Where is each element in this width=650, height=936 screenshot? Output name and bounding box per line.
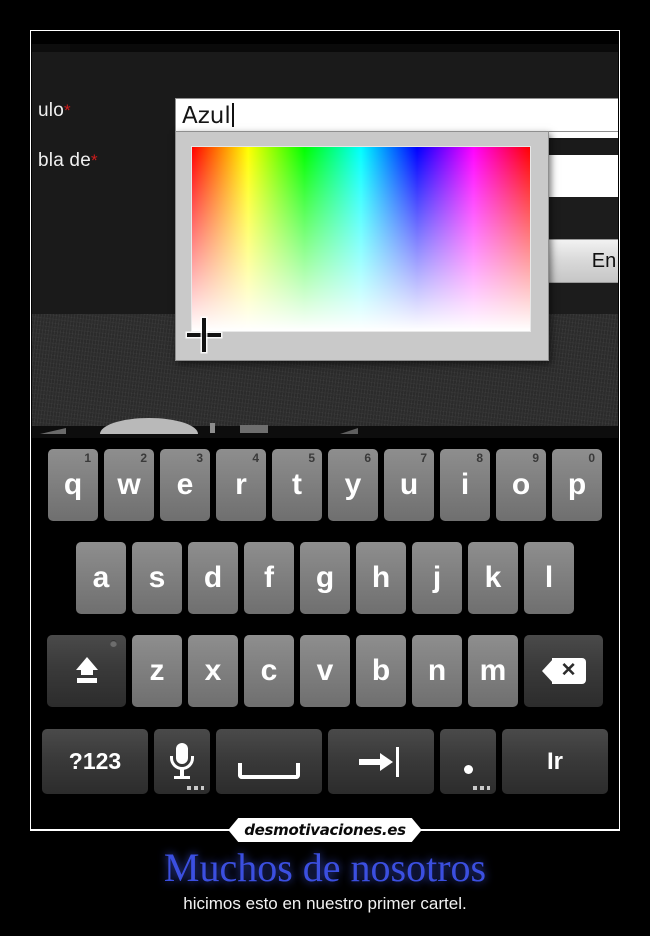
poster-subtitle: hicimos esto en nuestro primer cartel. xyxy=(183,894,467,913)
key-o-num: 9 xyxy=(532,451,539,465)
required-asterisk: * xyxy=(63,101,71,120)
text-caret xyxy=(231,103,234,127)
key-r[interactable]: 4r xyxy=(216,449,266,521)
microphone-key[interactable] xyxy=(154,729,210,794)
form-label-titulo: ulo* xyxy=(38,100,71,121)
tab-icon xyxy=(357,746,405,777)
shift-key[interactable] xyxy=(47,635,126,707)
key-n[interactable]: n xyxy=(412,635,462,707)
key-x[interactable]: x xyxy=(188,635,238,707)
microphone-icon xyxy=(169,742,195,781)
space-key[interactable] xyxy=(216,729,322,794)
key-f[interactable]: f xyxy=(244,542,294,614)
more-options-dots-icon xyxy=(187,786,204,790)
key-u-num: 7 xyxy=(420,451,427,465)
key-d[interactable]: d xyxy=(188,542,238,614)
key-p[interactable]: 0p xyxy=(552,449,602,521)
key-c[interactable]: c xyxy=(244,635,294,707)
key-m[interactable]: m xyxy=(468,635,518,707)
space-icon xyxy=(238,762,300,779)
key-e-num: 3 xyxy=(196,451,203,465)
key-r-num: 4 xyxy=(252,451,259,465)
key-a[interactable]: a xyxy=(76,542,126,614)
status-bar xyxy=(32,32,618,44)
key-i[interactable]: 8i xyxy=(440,449,490,521)
key-g[interactable]: g xyxy=(300,542,350,614)
period-icon xyxy=(463,765,473,774)
watermark-label: desmotivaciones.es xyxy=(228,818,422,842)
key-o[interactable]: 9o xyxy=(496,449,546,521)
color-name-input-text: Azul xyxy=(182,103,234,129)
key-p-num: 0 xyxy=(588,451,595,465)
required-asterisk: * xyxy=(90,151,98,170)
keyboard-row-4: ?123 Ir xyxy=(32,729,618,794)
key-q[interactable]: 1q xyxy=(48,449,98,521)
screenshot-frame: ulo* bla de* En Azul 1 q 2 w 3 e 4 r 5 t… xyxy=(30,30,620,830)
key-s[interactable]: s xyxy=(132,542,182,614)
key-w-num: 2 xyxy=(140,451,147,465)
key-w[interactable]: 2w xyxy=(104,449,154,521)
more-symbols-dots-icon xyxy=(473,786,490,790)
title-bar-notch xyxy=(32,44,70,52)
demotivational-poster: ulo* bla de* En Azul 1 q 2 w 3 e 4 r 5 t… xyxy=(0,0,650,936)
key-u[interactable]: 7u xyxy=(384,449,434,521)
tab-key[interactable] xyxy=(328,729,434,794)
key-y-num: 6 xyxy=(364,451,371,465)
keyboard-row-2: a s d f g h j k l xyxy=(32,542,618,614)
form-label-habla-de: bla de* xyxy=(38,150,98,171)
key-z[interactable]: z xyxy=(132,635,182,707)
partial-handle[interactable] xyxy=(100,418,198,434)
submit-button[interactable]: En xyxy=(544,239,618,283)
symbols-key[interactable]: ?123 xyxy=(42,729,148,794)
key-k[interactable]: k xyxy=(468,542,518,614)
period-key[interactable] xyxy=(440,729,496,794)
partial-tick-mid xyxy=(210,423,215,433)
key-e[interactable]: 3e xyxy=(160,449,210,521)
key-v[interactable]: v xyxy=(300,635,350,707)
submit-button-label: En xyxy=(591,249,617,272)
color-name-input[interactable]: Azul xyxy=(175,98,618,132)
form-bottom-row xyxy=(544,283,618,314)
android-app-area: ulo* bla de* En Azul xyxy=(32,32,618,438)
form-spacer-row xyxy=(544,197,618,239)
poster-title: Muchos de nosotros xyxy=(163,845,487,890)
backspace-key[interactable]: ✕ xyxy=(524,635,603,707)
color-gradient-field[interactable] xyxy=(191,146,531,332)
watermark-banner: desmotivaciones.es xyxy=(0,818,650,842)
saturation-gradient-layer xyxy=(192,147,530,331)
go-key[interactable]: Ir xyxy=(502,729,608,794)
key-y[interactable]: 6y xyxy=(328,449,378,521)
key-b[interactable]: b xyxy=(356,635,406,707)
key-l[interactable]: l xyxy=(524,542,574,614)
key-t-num: 5 xyxy=(308,451,315,465)
partial-tick-mid2 xyxy=(240,425,268,433)
keyboard-row-1: 1q 2w 3e 4r 5t 6y 7u 8i 9o 0p xyxy=(32,449,618,521)
color-picker-popup[interactable] xyxy=(175,131,549,361)
backspace-icon: ✕ xyxy=(541,658,586,684)
key-q-num: 1 xyxy=(84,451,91,465)
keyboard-row-3: z x c v b n m ✕ xyxy=(32,635,618,707)
android-soft-keyboard[interactable]: 1q 2w 3e 4r 5t 6y 7u 8i 9o 0p a s d f g … xyxy=(32,439,618,829)
key-i-num: 8 xyxy=(476,451,483,465)
key-j[interactable]: j xyxy=(412,542,462,614)
shift-icon xyxy=(73,657,101,685)
shift-indicator-dot xyxy=(110,640,117,647)
key-t[interactable]: 5t xyxy=(272,449,322,521)
form-input-habla-de[interactable] xyxy=(544,155,618,197)
key-h[interactable]: h xyxy=(356,542,406,614)
